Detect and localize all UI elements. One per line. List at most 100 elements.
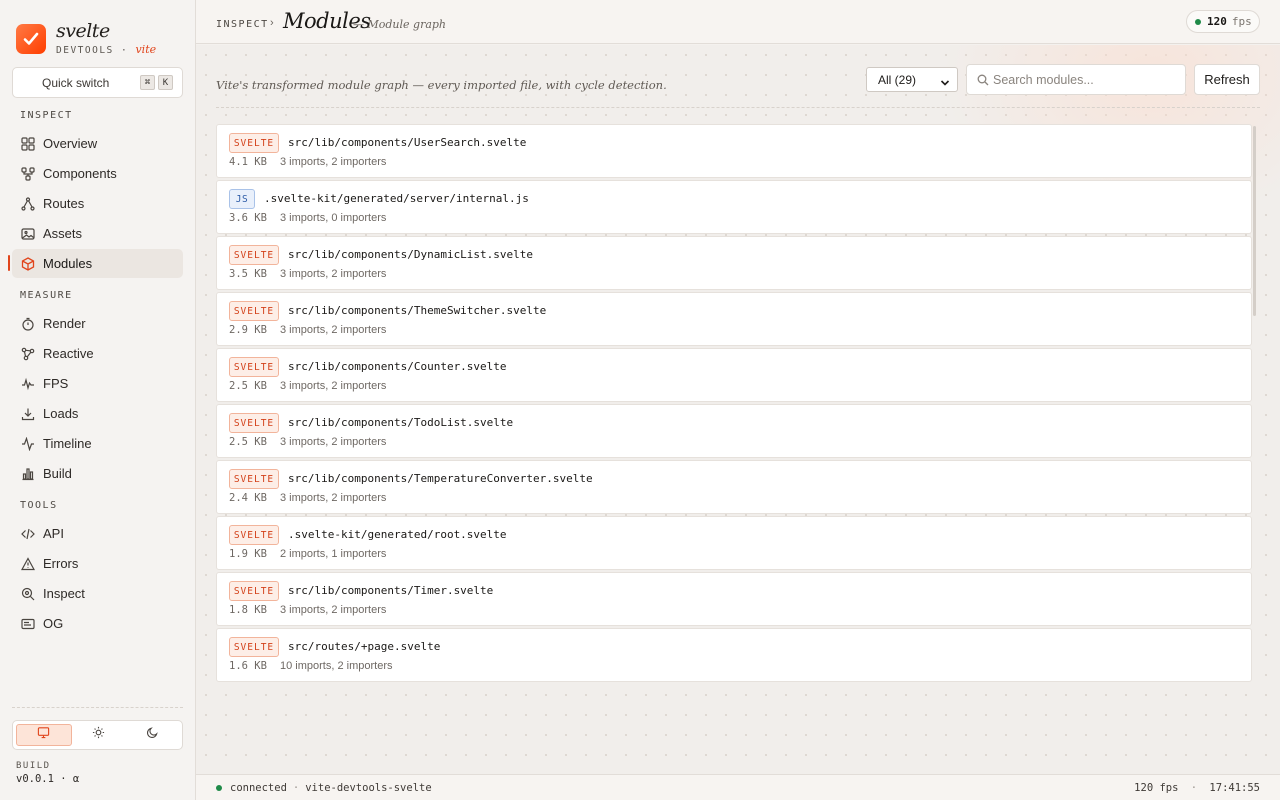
project-name: vite-devtools-svelte [305,782,432,794]
nav-item-label: Inspect [43,586,85,601]
module-type-badge: SVELTE [229,133,279,153]
nav-item-inspect[interactable]: Inspect [12,579,183,608]
nav-item-modules[interactable]: Modules [12,249,183,278]
warning-icon [20,556,35,571]
scrollbar[interactable] [1253,126,1256,316]
module-import-counts: 2 imports, 1 importers [280,548,387,560]
module-type-badge: SVELTE [229,637,279,657]
search-input[interactable]: Search modules... [966,64,1186,95]
nav-item-label: Render [43,316,86,331]
module-import-counts: 3 imports, 2 importers [280,156,387,168]
refresh-button[interactable]: Refresh [1194,64,1260,95]
breadcrumb[interactable]: INSPECT [216,19,269,30]
module-path: src/lib/components/TemperatureConverter.… [288,472,593,485]
module-path: .svelte-kit/generated/server/internal.js [264,192,529,205]
graph-icon [20,346,35,361]
theme-system-button[interactable] [16,724,72,746]
module-path: src/lib/components/Timer.svelte [288,584,494,597]
nav-item-label: Reactive [43,346,94,361]
nav-item-routes[interactable]: Routes [12,189,183,218]
status-separator: · [1190,782,1198,794]
page-subtitle: — Module graph [353,18,447,31]
module-import-counts: 10 imports, 2 importers [280,660,393,672]
k-key: K [158,75,173,90]
nav-item-api[interactable]: API [12,519,183,548]
module-type-badge: SVELTE [229,525,279,545]
toolbar-divider [216,107,1260,108]
nav-item-build[interactable]: Build [12,459,183,488]
quick-switch-button[interactable]: Quick switch ⌘ K [12,67,183,98]
download-icon [20,406,35,421]
image-icon [20,226,35,241]
stopwatch-icon [20,316,35,331]
module-row[interactable]: SVELTE .svelte-kit/generated/root.svelte 1… [216,516,1252,570]
status-time: 17:41:55 [1209,782,1260,794]
module-row[interactable]: SVELTE src/lib/components/ThemeSwitcher.s… [216,292,1252,346]
code-icon [20,526,35,541]
crosshair-icon [20,586,35,601]
top-header: INSPECT › Modules — Module graph 120 fps [196,0,1280,44]
nav-section-inspect: INSPECT [20,110,73,121]
module-path: src/lib/components/TodoList.svelte [288,416,514,429]
connection-dot-icon [216,785,222,791]
nav-item-assets[interactable]: Assets [12,219,183,248]
module-row[interactable]: SVELTE src/lib/components/Timer.svelte 1.8… [216,572,1252,626]
nav-item-errors[interactable]: Errors [12,549,183,578]
module-type-badge: SVELTE [229,413,279,433]
active-indicator [8,255,10,271]
nav-item-timeline[interactable]: Timeline [12,429,183,458]
activity-icon [20,436,35,451]
filter-selected-value: All (29) [878,72,917,87]
module-row[interactable]: SVELTE src/lib/components/Counter.svelte 2… [216,348,1252,402]
theme-dark-button[interactable] [125,724,179,746]
command-key: ⌘ [140,75,155,90]
nav-item-label: Routes [43,196,85,211]
module-row[interactable]: SVELTE src/lib/components/UserSearch.svel… [216,124,1252,178]
nav-item-fps[interactable]: FPS [12,369,183,398]
nav-item-overview[interactable]: Overview [12,129,183,158]
module-size: 2.5 KB [229,380,267,392]
sidebar: svelte DEVTOOLS · vite Quick switch ⌘ K … [0,0,196,800]
nav-item-label: Assets [43,226,83,241]
nav-item-label: Components [43,166,117,181]
search-icon [977,74,989,89]
nav-item-og[interactable]: OG [12,609,183,638]
nav-item-reactive[interactable]: Reactive [12,339,183,368]
module-row[interactable]: SVELTE src/lib/components/DynamicList.sve… [216,236,1252,290]
moon-icon [146,726,159,744]
build-label: BUILD [16,761,51,771]
quick-switch-label: Quick switch [42,75,110,90]
brand[interactable]: svelte DEVTOOLS · vite [16,21,156,56]
module-row[interactable]: JS .svelte-kit/generated/server/internal.… [216,180,1252,234]
fps-value: 120 [1207,15,1227,28]
module-import-counts: 3 imports, 0 importers [280,212,387,224]
nav-item-render[interactable]: Render [12,309,183,338]
status-dot-icon [1195,18,1201,25]
nav-item-label: Errors [43,556,79,571]
svelte-logo-icon [16,23,46,54]
module-type-badge: SVELTE [229,245,279,265]
theme-light-button[interactable] [72,724,126,746]
module-row[interactable]: SVELTE src/lib/components/TemperatureConv… [216,460,1252,514]
connection-status: connected [230,782,287,794]
search-placeholder: Search modules... [993,72,1094,87]
nav-item-label: API [43,526,64,541]
module-type-badge: JS [229,189,255,209]
grid-icon [20,136,35,151]
nav-item-label: Build [43,466,72,481]
module-path: src/lib/components/ThemeSwitcher.svelte [288,304,547,317]
module-size: 2.5 KB [229,436,267,448]
module-size: 1.8 KB [229,604,267,616]
fps-unit: fps [1231,15,1252,28]
module-filter-select[interactable]: All (29) [866,67,958,92]
module-type-badge: SVELTE [229,581,279,601]
nav-item-loads[interactable]: Loads [12,399,183,428]
module-size: 2.9 KB [229,324,267,336]
nav-item-label: OG [43,616,64,631]
pulse-icon [20,376,35,391]
module-row[interactable]: SVELTE src/routes/+page.svelte 1.6 KB 10 im… [216,628,1252,682]
module-size: 3.5 KB [229,268,267,280]
nav-item-label: FPS [43,376,69,391]
module-row[interactable]: SVELTE src/lib/components/TodoList.svelte… [216,404,1252,458]
nav-item-components[interactable]: Components [12,159,183,188]
